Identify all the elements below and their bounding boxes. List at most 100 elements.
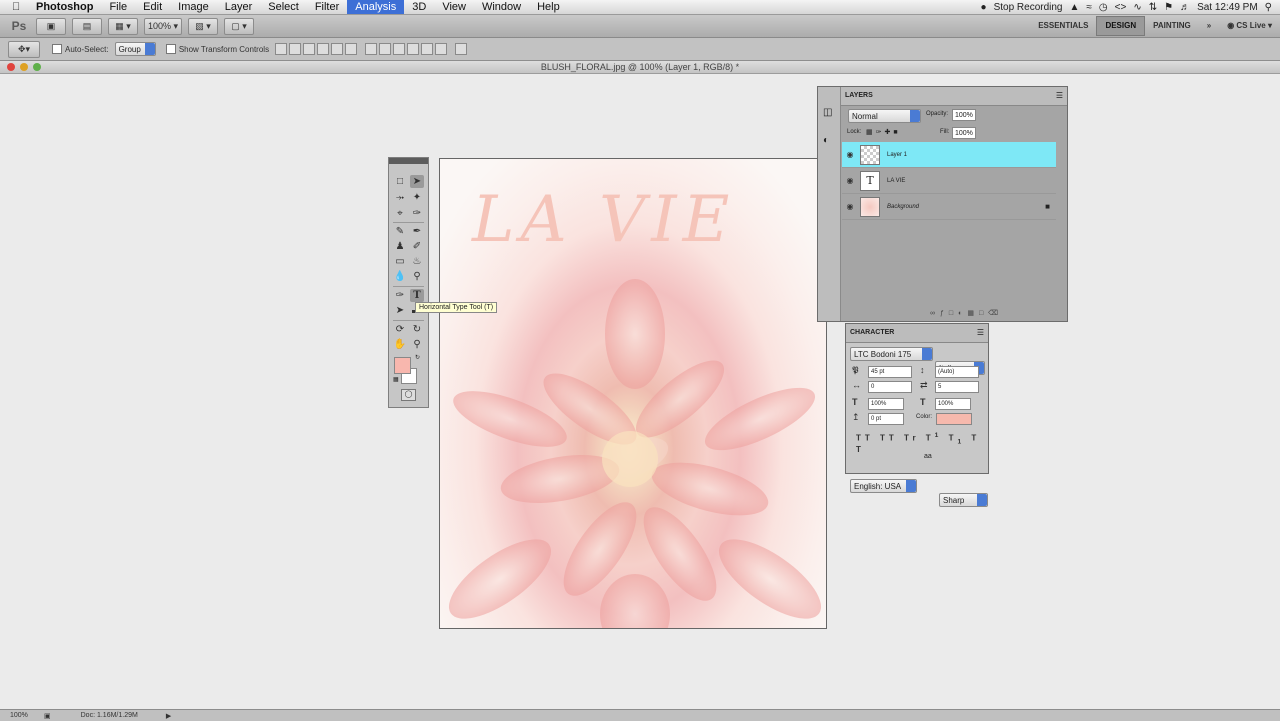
blur-tool-icon[interactable]: 💧 — [393, 270, 407, 283]
antialias-dropdown[interactable]: Sharp — [939, 493, 988, 507]
auto-align-layers-icon[interactable] — [455, 43, 468, 55]
align-bottom-icon[interactable] — [303, 43, 316, 55]
brush-tool-icon[interactable]: ✒ — [410, 225, 424, 238]
distribute-left-icon[interactable] — [407, 43, 420, 55]
faux-style-buttons[interactable]: TT TT Tr T1 T1 T T — [856, 432, 988, 454]
auto-select-dropdown[interactable]: Group — [114, 42, 156, 56]
quick-select-tool-icon[interactable]: ✦ — [410, 191, 424, 204]
distribute-hcenter-icon[interactable] — [421, 43, 434, 55]
sync-icon[interactable]: <> — [1115, 2, 1127, 13]
paint-bucket-tool-icon[interactable]: ♨ — [410, 255, 424, 268]
character-tab[interactable]: CHARACTER — [850, 329, 894, 336]
apple-menu-icon[interactable]:  — [12, 1, 26, 13]
text-color-swatch[interactable] — [936, 413, 972, 425]
workspace-essentials[interactable]: ESSENTIALS — [1030, 17, 1096, 35]
eraser-tool-icon[interactable]: ▭ — [393, 255, 407, 268]
layers-dock-icon[interactable]: ◫ — [823, 107, 832, 118]
crop-tool-icon[interactable]: ⌖ — [393, 207, 407, 220]
font-family-dropdown[interactable]: LTC Bodoni 175 — [850, 347, 933, 361]
tools-panel-header[interactable] — [389, 158, 428, 164]
layer-row-la-vie[interactable]: ◉ T LA VIE — [842, 168, 1056, 194]
volume-icon[interactable]: ♬ — [1180, 2, 1190, 13]
menu-image[interactable]: Image — [170, 0, 217, 14]
tool-preset-picker[interactable]: ✥▾ — [8, 40, 40, 58]
menu-select[interactable]: Select — [260, 0, 307, 14]
bluetooth-icon[interactable]: ⇅ — [1149, 2, 1157, 13]
tracking-field[interactable]: 5 — [935, 381, 979, 393]
distribute-right-icon[interactable] — [435, 43, 448, 55]
distribute-top-icon[interactable] — [365, 43, 378, 55]
spotlight-icon[interactable]: ⚲ — [1265, 2, 1272, 13]
adobe-icon[interactable]: ▲ — [1070, 2, 1080, 13]
language-dropdown[interactable]: English: USA — [850, 479, 917, 493]
align-top-icon[interactable] — [275, 43, 288, 55]
align-right-icon[interactable] — [345, 43, 358, 55]
foreground-color-swatch[interactable] — [394, 357, 411, 374]
status-zoom[interactable]: 100% — [10, 712, 36, 719]
horizontal-type-tool-icon[interactable]: T — [410, 289, 424, 302]
font-size-field[interactable]: 45 pt — [868, 366, 912, 378]
airport-icon[interactable]: ∿ — [1133, 2, 1141, 13]
record-icon[interactable]: ● — [981, 2, 987, 13]
minimize-window-icon[interactable] — [20, 63, 28, 71]
menu-3d[interactable]: 3D — [404, 0, 434, 14]
layers-footer-icons[interactable]: ∞ƒ□◐▦□⌫ — [930, 309, 1003, 317]
move-tool-icon[interactable]: ➤ — [410, 175, 424, 188]
clone-stamp-tool-icon[interactable]: ♟ — [393, 240, 407, 253]
align-hcenter-icon[interactable] — [331, 43, 344, 55]
clock[interactable]: Sat 12:49 PM — [1197, 2, 1258, 13]
bridge-button[interactable]: ▣ — [36, 17, 66, 35]
lasso-tool-icon[interactable]: ⤞ — [393, 191, 407, 204]
mini-bridge-button[interactable]: ▤ — [72, 17, 102, 35]
panel-menu-icon[interactable]: ☰ — [1056, 91, 1063, 100]
menu-analysis[interactable]: Analysis — [347, 0, 405, 14]
zoom-tool-icon[interactable]: ⚲ — [410, 338, 424, 351]
menu-edit[interactable]: Edit — [135, 0, 170, 14]
arrange-documents-button[interactable]: ▧ ▾ — [188, 17, 219, 35]
history-brush-tool-icon[interactable]: ✐ — [410, 240, 424, 253]
menu-file[interactable]: File — [101, 0, 135, 14]
visibility-eye-icon[interactable]: ◉ — [842, 150, 858, 159]
zoom-window-icon[interactable] — [33, 63, 41, 71]
screen-mode-button[interactable]: ▢ ▾ — [224, 17, 255, 35]
status-menu-arrow-icon[interactable]: ▶ — [166, 712, 171, 720]
view-extras-button[interactable]: ▦ ▾ — [108, 17, 138, 35]
path-selection-tool-icon[interactable]: ➤ — [393, 304, 407, 317]
default-colors-icon[interactable]: ▦ — [393, 376, 399, 383]
zoom-level-select[interactable]: 100% ▾ — [144, 17, 183, 35]
quick-mask-icon[interactable]: ◯ — [401, 389, 416, 401]
leading-field[interactable]: (Auto) — [935, 366, 979, 378]
distribute-bottom-icon[interactable] — [393, 43, 406, 55]
eyedropper-tool-icon[interactable]: ✑ — [410, 207, 424, 220]
flag-icon[interactable]: ⚑ — [1164, 2, 1173, 13]
visibility-eye-icon[interactable]: ◉ — [842, 176, 858, 185]
healing-brush-tool-icon[interactable]: ✎ — [393, 225, 407, 238]
document-canvas[interactable]: LA VIE — [439, 158, 827, 629]
show-transform-checkbox[interactable] — [165, 44, 176, 54]
time-machine-icon[interactable]: ◷ — [1099, 2, 1108, 13]
layer-row-layer-1[interactable]: ◉ Layer 1 — [842, 142, 1056, 168]
cs-live-button[interactable]: ◉ CS Live ▾ — [1219, 17, 1280, 35]
close-window-icon[interactable] — [7, 63, 15, 71]
menu-filter[interactable]: Filter — [307, 0, 347, 14]
layers-tab[interactable]: LAYERS — [845, 92, 873, 99]
blend-mode-dropdown[interactable]: Normal — [848, 109, 921, 123]
3d-orbit-tool-icon[interactable]: ↻ — [410, 323, 424, 336]
opacity-field[interactable]: 100% — [952, 109, 976, 121]
distribute-vcenter-icon[interactable] — [379, 43, 392, 55]
more-workspaces-button[interactable]: » — [1199, 17, 1219, 35]
horizontal-scale-field[interactable]: 100% — [935, 398, 971, 410]
marquee-tool-icon[interactable]: □ — [393, 175, 407, 188]
kerning-field[interactable]: 0 — [868, 381, 912, 393]
3d-rotate-tool-icon[interactable]: ⟳ — [393, 323, 407, 336]
menu-layer[interactable]: Layer — [217, 0, 261, 14]
menu-view[interactable]: View — [434, 0, 474, 14]
wifi-icon[interactable]: ≈ — [1086, 2, 1092, 13]
la-vie-text-layer[interactable]: LA VIE — [472, 183, 735, 257]
lock-icons[interactable]: ▦✑✚■ — [866, 128, 901, 136]
menu-app-name[interactable]: Photoshop — [26, 0, 101, 14]
status-info-icon[interactable]: ▣ — [44, 712, 51, 720]
workspace-painting[interactable]: PAINTING — [1145, 17, 1199, 35]
align-vcenter-icon[interactable] — [289, 43, 302, 55]
dodge-tool-icon[interactable]: ⚲ — [410, 270, 424, 283]
